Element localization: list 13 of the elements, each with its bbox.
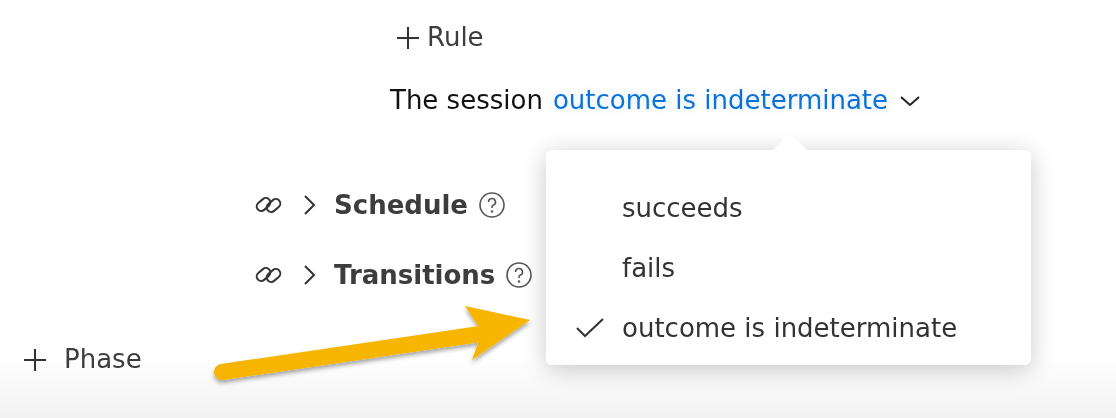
plus-icon: [22, 346, 48, 373]
help-icon[interactable]: [505, 261, 534, 290]
section-title: Transitions: [334, 258, 496, 292]
plus-icon: [395, 24, 421, 51]
condition-value-link[interactable]: outcome is indeterminate: [552, 85, 889, 117]
menu-option[interactable]: succeeds: [574, 178, 1014, 238]
section-title: Schedule: [334, 188, 468, 222]
help-icon[interactable]: [477, 191, 506, 220]
condition-text: The session: [390, 85, 543, 117]
menu-option[interactable]: outcome is indeterminate: [574, 298, 1014, 358]
add-phase-button[interactable]: Phase: [22, 340, 142, 380]
add-rule-button[interactable]: Rule: [395, 18, 484, 57]
menu-option[interactable]: fails: [574, 238, 1014, 298]
